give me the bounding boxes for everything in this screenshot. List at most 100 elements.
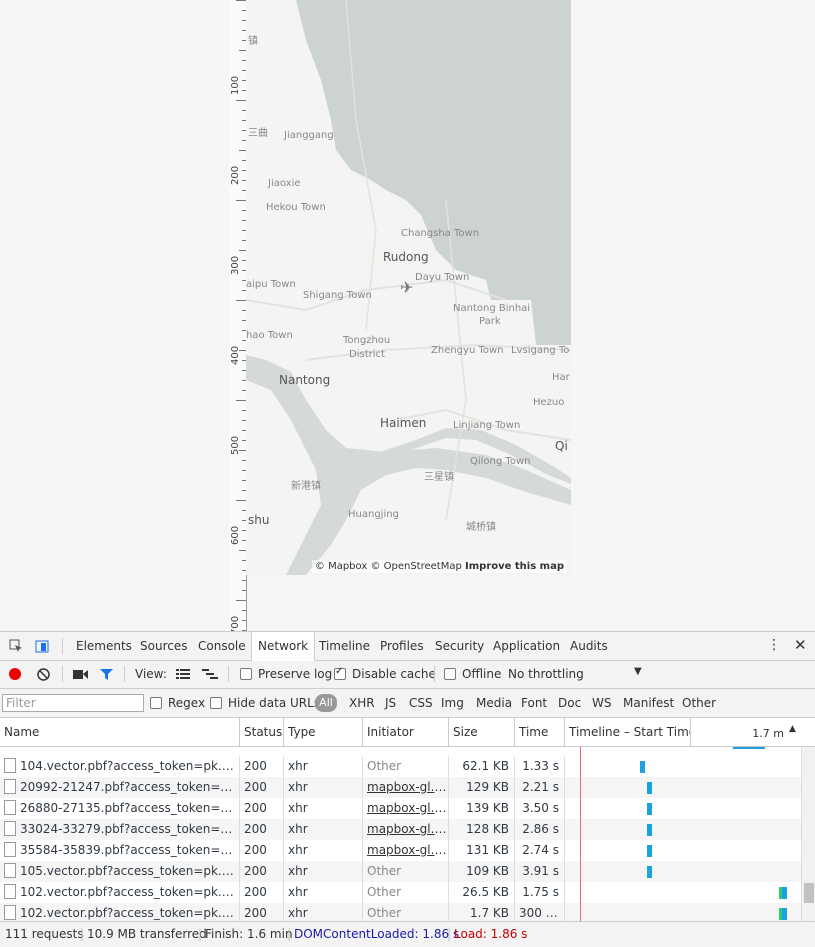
hide-data-urls-checkbox[interactable] [210, 697, 222, 709]
request-type: xhr [288, 843, 308, 857]
disable-cache-label: Disable cache [352, 667, 436, 681]
map-canvas[interactable]: ✈ Jianggang Jiaoxie Hekou Town Changsha Tow… [246, 0, 571, 575]
request-initiator[interactable]: mapbox-gl.j... [367, 843, 448, 857]
overview-icon[interactable] [202, 669, 218, 680]
chevron-down-icon[interactable]: ▼ [634, 666, 642, 677]
scrollbar-thumb[interactable] [804, 883, 814, 903]
table-row[interactable]: 33024-33279.pbf?access_token=pk.ey... 200… [0, 819, 802, 840]
request-type-cell: xhr [284, 756, 363, 777]
tab-network[interactable]: Network [251, 632, 316, 661]
ruler-tick [236, 600, 246, 601]
request-size: 1.7 KB [470, 906, 509, 920]
filter-type-css[interactable]: CSS [409, 696, 433, 710]
network-toolbar: View: Preserve log Disable cache Offline… [0, 661, 815, 689]
filter-type-img[interactable]: Img [441, 696, 464, 710]
record-icon[interactable] [9, 668, 21, 680]
column-header[interactable]: 1.7 m [691, 718, 802, 746]
table-row[interactable]: 20992-21247.pbf?access_token=pk.ey... 200… [0, 777, 802, 798]
tab-timeline[interactable]: Timeline [313, 632, 376, 660]
filter-type-js[interactable]: JS [385, 696, 396, 710]
table-row[interactable]: 105.vector.pbf?access_token=pk.eyJ1Ij...… [0, 861, 802, 882]
filter-icon[interactable] [100, 668, 113, 681]
capture-screenshots-icon[interactable] [73, 669, 88, 680]
request-type-cell: xhr [284, 840, 363, 861]
improve-map-link[interactable]: Improve this map [465, 561, 564, 572]
request-status-cell: 200 [240, 756, 284, 777]
filter-input[interactable]: Filter [2, 694, 144, 712]
load-event-marker [580, 747, 581, 921]
ruler-tick [236, 200, 246, 201]
filter-type-manifest[interactable]: Manifest [623, 696, 674, 710]
close-icon[interactable]: ✕ [794, 636, 807, 654]
request-name: 102.vector.pbf?access_token=pk.eyJ1Ij... [20, 885, 240, 899]
mapbox-credit-link[interactable]: © Mapbox [315, 561, 367, 572]
device-toolbar-icon[interactable] [35, 639, 49, 653]
request-size: 139 KB [466, 801, 509, 815]
request-name-cell[interactable]: 26880-27135.pbf?access_token=pk.ey... [0, 798, 240, 819]
filter-type-other[interactable]: Other [682, 696, 716, 710]
tab-console[interactable]: Console [192, 632, 252, 660]
table-row[interactable]: 104.vector.pbf?access_token=pk.eyJ1Ij...… [0, 756, 802, 777]
request-type: xhr [288, 885, 308, 899]
tab-profiles[interactable]: Profiles [374, 632, 430, 660]
filter-type-xhr[interactable]: XHR [349, 696, 375, 710]
column-header[interactable]: Initiator [363, 718, 449, 746]
request-count: 111 requests [5, 927, 84, 941]
request-initiator-cell[interactable]: mapbox-gl.j... [363, 798, 449, 819]
table-row[interactable]: 102.vector.pbf?access_token=pk.eyJ1Ij...… [0, 903, 802, 921]
large-rows-icon[interactable] [176, 669, 190, 680]
request-initiator[interactable]: mapbox-gl.j... [367, 822, 448, 836]
request-initiator[interactable]: mapbox-gl.j... [367, 801, 448, 815]
filter-type-all[interactable]: All [315, 694, 337, 712]
table-row[interactable]: 35584-35839.pbf?access_token=pk.ey... 200… [0, 840, 802, 861]
ruler-label: 700 [230, 615, 241, 631]
file-icon [4, 905, 16, 920]
table-row[interactable] [0, 747, 802, 756]
offline-checkbox[interactable] [444, 668, 456, 680]
tab-audits[interactable]: Audits [564, 632, 614, 660]
map-place-label: Changsha Town [401, 228, 480, 239]
request-name-cell[interactable]: 102.vector.pbf?access_token=pk.eyJ1Ij... [0, 903, 240, 921]
throttling-select[interactable]: No throttling [508, 667, 584, 681]
request-name-cell[interactable]: 33024-33279.pbf?access_token=pk.ey... [0, 819, 240, 840]
filter-type-ws[interactable]: WS [592, 696, 611, 710]
more-options-icon[interactable]: ⋮ [767, 637, 781, 653]
request-initiator-cell[interactable]: mapbox-gl.j... [363, 840, 449, 861]
request-name-cell[interactable]: 104.vector.pbf?access_token=pk.eyJ1Ij... [0, 756, 240, 777]
request-initiator-cell[interactable]: mapbox-gl.j... [363, 819, 449, 840]
devtools-tabbar: ⋮ ✕ Elements Sources Console Network Timelin… [0, 632, 815, 661]
filter-type-doc[interactable]: Doc [558, 696, 581, 710]
request-name-cell[interactable]: 20992-21247.pbf?access_token=pk.ey... [0, 777, 240, 798]
tab-application[interactable]: Application [487, 632, 566, 660]
tab-elements[interactable]: Elements [70, 632, 138, 660]
column-header[interactable]: Type [284, 718, 363, 746]
filter-type-media[interactable]: Media [476, 696, 512, 710]
disable-cache-checkbox[interactable] [334, 666, 346, 680]
request-timeline-cell [565, 819, 802, 840]
regex-checkbox[interactable] [150, 697, 162, 709]
tab-sources[interactable]: Sources [134, 632, 193, 660]
table-row[interactable]: 102.vector.pbf?access_token=pk.eyJ1Ij...… [0, 882, 802, 903]
sort-ascending-icon[interactable]: ▲ [789, 724, 796, 734]
filter-type-font[interactable]: Font [521, 696, 547, 710]
request-name: 104.vector.pbf?access_token=pk.eyJ1Ij... [20, 759, 240, 773]
column-header[interactable]: Size [449, 718, 515, 746]
request-name-cell[interactable]: 105.vector.pbf?access_token=pk.eyJ1Ij... [0, 861, 240, 882]
request-name-cell[interactable]: 35584-35839.pbf?access_token=pk.ey... [0, 840, 240, 861]
vertical-scrollbar[interactable] [801, 747, 815, 921]
view-label: View: [135, 667, 167, 681]
tab-security[interactable]: Security [429, 632, 490, 660]
table-row[interactable]: 26880-27135.pbf?access_token=pk.ey... 200… [0, 798, 802, 819]
request-name-cell[interactable]: 102.vector.pbf?access_token=pk.eyJ1Ij... [0, 882, 240, 903]
inspect-element-icon[interactable] [9, 639, 23, 653]
column-header[interactable]: Time [515, 718, 565, 746]
request-initiator-cell[interactable]: mapbox-gl.j... [363, 777, 449, 798]
column-header[interactable]: Status [240, 718, 284, 746]
column-header[interactable]: Name [0, 718, 240, 746]
preserve-log-checkbox[interactable] [240, 668, 252, 680]
column-header[interactable]: Timeline – Start Time [565, 718, 691, 746]
osm-credit-link[interactable]: © OpenStreetMap [370, 561, 461, 572]
request-initiator[interactable]: mapbox-gl.j... [367, 780, 448, 794]
request-name: 102.vector.pbf?access_token=pk.eyJ1Ij... [20, 906, 240, 920]
clear-icon[interactable] [37, 668, 50, 681]
